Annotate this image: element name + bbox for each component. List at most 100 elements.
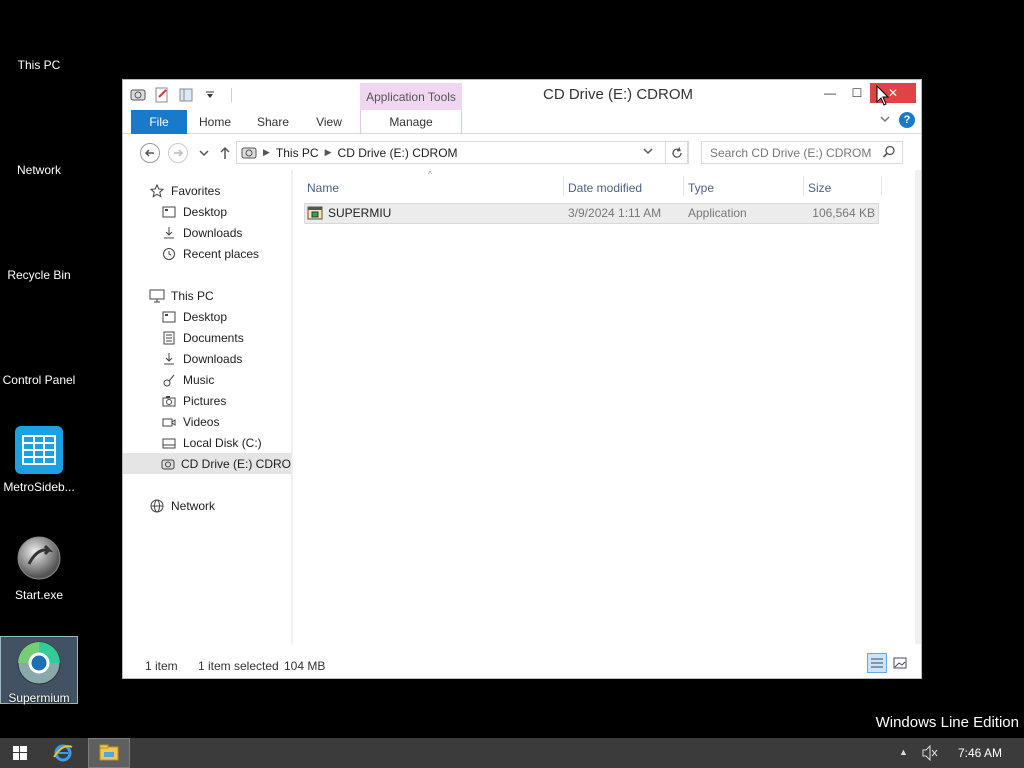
show-hidden-icons-icon[interactable]: ▲ [899, 747, 908, 757]
nav-item-label: Videos [183, 414, 220, 429]
file-date-modified: 3/9/2024 1:11 AM [568, 206, 662, 220]
nav-pc-pictures[interactable]: Pictures [123, 390, 291, 411]
video-camera-icon [161, 414, 177, 430]
quick-access-toolbar [129, 86, 232, 104]
search-box[interactable] [701, 141, 903, 164]
desktop-icon-recycle-bin[interactable]: Recycle Bin [0, 268, 78, 282]
chevron-down-icon [199, 150, 209, 157]
breadcrumb-chevron-icon[interactable]: ▶ [325, 147, 332, 158]
nav-favorites[interactable]: Favorites [123, 180, 291, 201]
nav-pc-downloads[interactable]: Downloads [123, 348, 291, 369]
up-button[interactable] [215, 143, 235, 163]
nav-fav-recent-places[interactable]: Recent places [123, 243, 291, 264]
minimize-button[interactable]: — [820, 83, 840, 103]
search-input[interactable] [710, 145, 880, 160]
expand-ribbon-chevron-icon[interactable] [879, 113, 891, 127]
arrow-right-icon [174, 149, 184, 157]
computer-icon [149, 288, 165, 304]
nav-pc-cd-drive[interactable]: CD Drive (E:) CDROM [123, 453, 291, 474]
forward-button[interactable] [168, 143, 188, 163]
desktop-icon [161, 309, 177, 325]
large-icons-view-button[interactable] [890, 653, 910, 673]
desktop-icon-control-panel[interactable]: Control Panel [0, 373, 78, 387]
application-file-icon [307, 205, 323, 224]
nav-fav-downloads[interactable]: Downloads [123, 222, 291, 243]
breadcrumb-this-pc[interactable]: This PC [276, 146, 319, 160]
cd-drive-icon [241, 147, 257, 158]
details-view-button[interactable] [867, 653, 887, 673]
properties-icon[interactable] [153, 86, 171, 104]
volume-muted-icon[interactable] [921, 744, 939, 764]
new-folder-icon[interactable] [177, 86, 195, 104]
customize-qat-dropdown-icon[interactable] [201, 86, 219, 104]
desktop-icon-network[interactable]: Network [0, 163, 78, 177]
title-bar[interactable]: Application Tools CD Drive (E:) CDROM — … [123, 80, 921, 110]
nav-item-label: Documents [183, 330, 244, 345]
address-bar[interactable]: ▶ This PC ▶ CD Drive (E:) CDROM [236, 141, 688, 164]
recent-locations-button[interactable] [194, 143, 214, 163]
address-dropdown-icon[interactable] [643, 147, 653, 158]
desktop-icon-label: Supermium [8, 691, 70, 705]
minimize-icon: — [824, 86, 836, 100]
nav-pc-documents[interactable]: Documents [123, 327, 291, 348]
taskbar-clock[interactable]: 7:46 AM [958, 746, 1002, 760]
nav-pc-music[interactable]: Music [123, 369, 291, 390]
nav-item-label: Downloads [183, 225, 243, 240]
column-separator[interactable] [803, 176, 804, 196]
tab-file[interactable]: File [131, 110, 187, 134]
nav-item-label: Local Disk (C:) [183, 435, 262, 450]
start-button[interactable] [6, 738, 34, 768]
tab-manage[interactable]: Manage [360, 110, 462, 134]
refresh-button[interactable] [665, 141, 689, 164]
taskbar-internet-explorer[interactable] [46, 738, 80, 768]
nav-network[interactable]: Network [123, 495, 291, 516]
file-row[interactable]: SUPERMIU 3/9/2024 1:11 AM Application 10… [304, 203, 879, 224]
desktop-icon-supermium[interactable]: Supermium [0, 636, 78, 705]
taskbar-file-explorer[interactable] [88, 738, 130, 768]
nav-item-label: Music [183, 372, 215, 387]
column-separator[interactable] [683, 176, 684, 196]
help-icon[interactable]: ? [899, 112, 915, 128]
breadcrumb-chevron-icon[interactable]: ▶ [263, 147, 270, 158]
internet-explorer-icon [53, 744, 73, 762]
tab-view[interactable]: View [305, 110, 353, 134]
file-explorer-icon [99, 744, 119, 761]
desktop-icon-metrosidebar[interactable]: MetroSideb... [0, 426, 78, 494]
column-header-date-modified[interactable]: Date modified [568, 176, 678, 200]
start-orb-icon [17, 536, 61, 580]
nav-item-label: Downloads [183, 351, 243, 366]
supermium-browser-icon [17, 641, 61, 685]
maximize-button[interactable]: ☐ [847, 83, 867, 103]
nav-this-pc[interactable]: This PC [123, 285, 291, 306]
desktop-icon-label: MetroSideb... [3, 480, 75, 494]
tab-share[interactable]: Share [249, 110, 297, 134]
status-size: 104 MB [284, 659, 326, 673]
column-separator[interactable] [881, 176, 882, 196]
nav-pc-local-disk[interactable]: Local Disk (C:) [123, 432, 291, 453]
column-header-name[interactable]: Name [307, 176, 557, 200]
hard-drive-icon [161, 435, 177, 451]
file-list: ^ Name Date modified Type Size SUPERMIU … [293, 170, 915, 644]
nav-fav-desktop[interactable]: Desktop [123, 201, 291, 222]
desktop-icon-label: Start.exe [14, 588, 64, 602]
ribbon-tabs: File Home Share View Manage ? [123, 110, 921, 134]
desktop-icon-this-pc[interactable]: This PC [0, 58, 78, 72]
cd-drive-icon[interactable] [129, 86, 147, 104]
taskbar: ▲ 7:46 AM [0, 738, 1024, 768]
status-item-count: 1 item [145, 659, 178, 673]
documents-icon [161, 330, 177, 346]
column-separator[interactable] [563, 176, 564, 196]
breadcrumb-cd-drive[interactable]: CD Drive (E:) CDROM [338, 146, 458, 160]
details-view-icon [871, 658, 883, 668]
column-header-type[interactable]: Type [688, 176, 798, 200]
desktop-icon-start-exe[interactable]: Start.exe [0, 534, 78, 602]
tab-home[interactable]: Home [191, 110, 239, 134]
maximize-icon: ☐ [851, 86, 863, 100]
back-button[interactable] [140, 143, 160, 163]
nav-pc-videos[interactable]: Videos [123, 411, 291, 432]
desktop-icon-label: This PC [17, 58, 61, 72]
search-icon[interactable] [882, 145, 896, 162]
explorer-window: Application Tools CD Drive (E:) CDROM — … [122, 79, 922, 679]
column-header-size[interactable]: Size [808, 176, 878, 200]
nav-pc-desktop[interactable]: Desktop [123, 306, 291, 327]
